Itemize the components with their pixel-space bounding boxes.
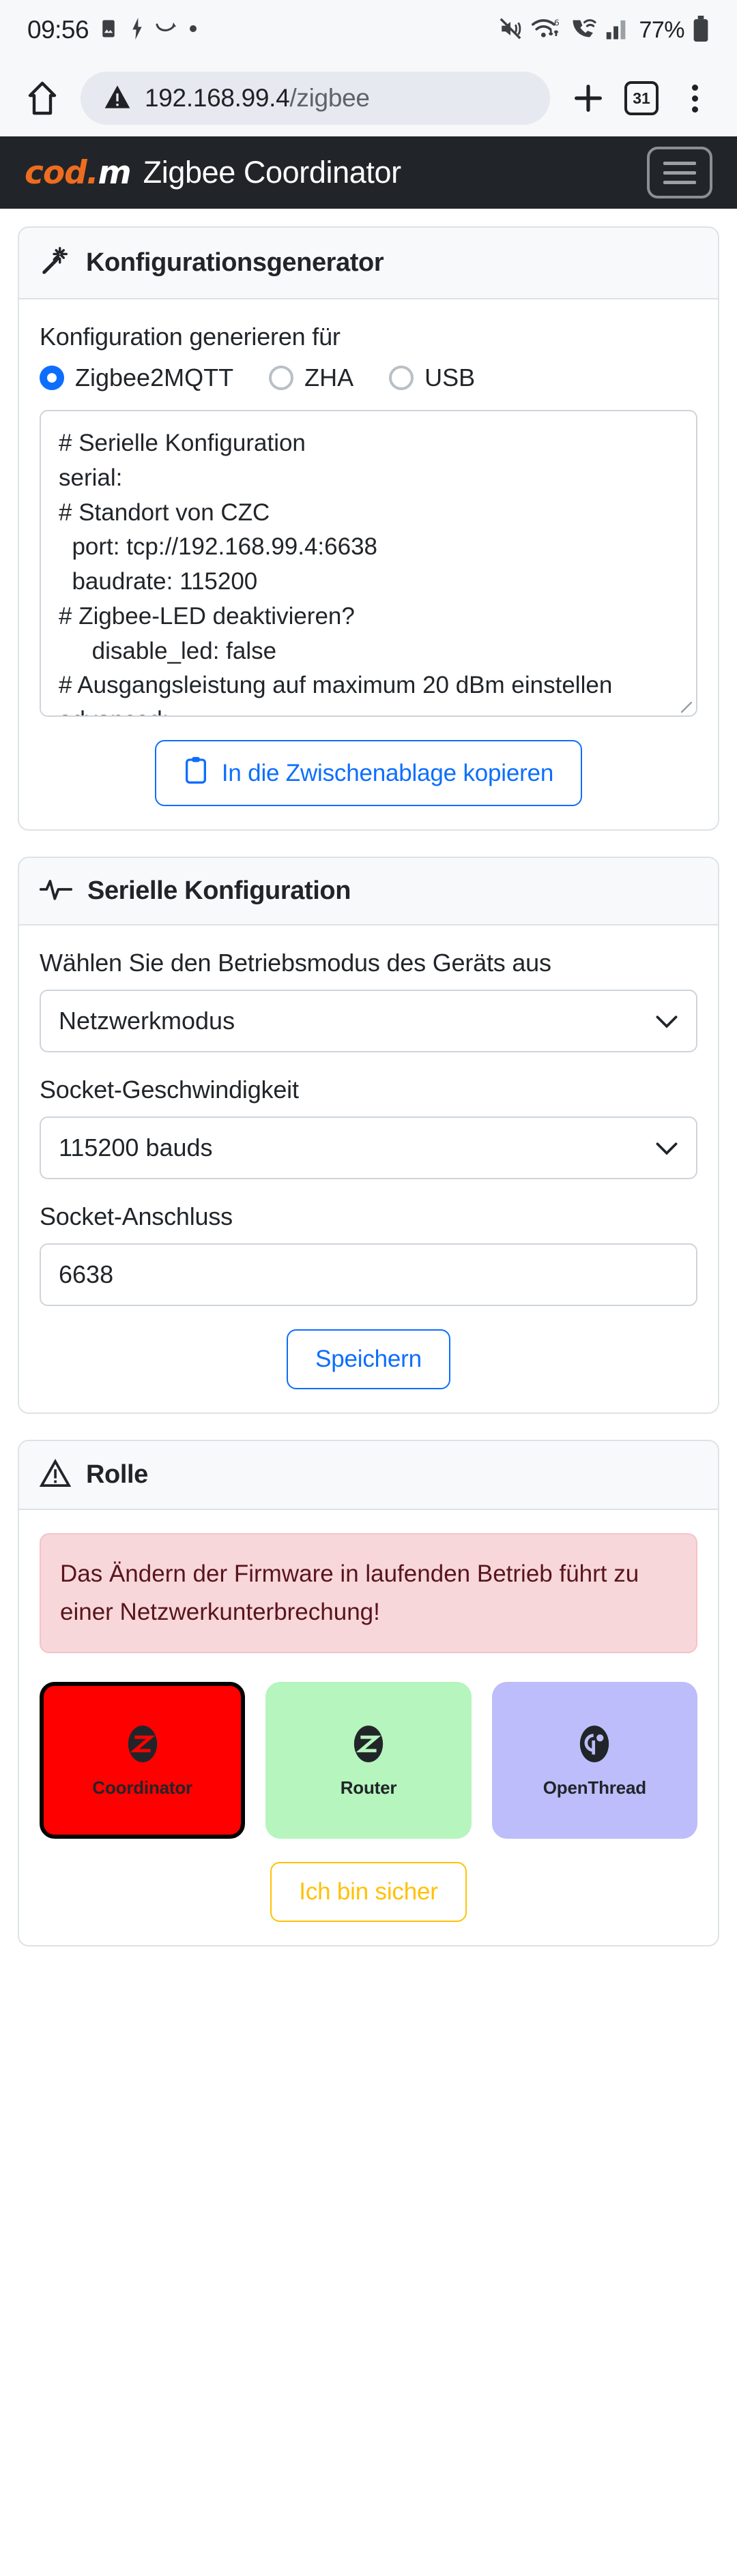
card-body: Konfiguration generieren für Zigbee2MQTT… — [19, 299, 718, 829]
clipboard-icon — [184, 756, 208, 790]
url-path: /zigbee — [289, 84, 370, 112]
firmware-warning-alert: Das Ändern der Firmware in laufenden Bet… — [40, 1533, 697, 1653]
url-host: 192.168.99.4 — [145, 84, 290, 112]
card-rolle: Rolle Das Ändern der Firmware in laufend… — [18, 1440, 719, 1946]
dot-icon — [188, 24, 198, 37]
role-label: Coordinator — [92, 1777, 192, 1798]
card-header: Serielle Konfiguration — [19, 858, 718, 926]
brand-logo-codm: cod. — [25, 153, 99, 192]
copy-button-label: In die Zwischenablage kopieren — [221, 759, 554, 786]
role-tile-openthread[interactable]: OpenThread — [491, 1682, 697, 1839]
status-bar-right: 6 77% — [497, 15, 710, 45]
radio-label: ZHA — [304, 364, 354, 391]
generated-config-textarea[interactable]: # Serielle Konfiguration serial: # Stand… — [40, 410, 697, 717]
wifi-calling-icon — [569, 17, 598, 44]
confirm-button-label: Ich bin sicher — [299, 1878, 438, 1905]
radio-usb[interactable]: USB — [389, 364, 475, 392]
card-title: Konfigurationsgenerator — [86, 248, 384, 277]
brand-logo-m: m — [98, 153, 132, 192]
signal-bars-icon — [605, 18, 631, 43]
zigbee-logo-icon — [347, 1723, 390, 1765]
target-radio-group: Zigbee2MQTT ZHA USB — [40, 364, 697, 392]
brand[interactable]: cod.m Zigbee Coordinator — [25, 154, 401, 192]
status-bar-clock: 09:56 — [27, 16, 89, 44]
android-status-bar: 09:56 6 77% — [0, 0, 737, 60]
page-title: Zigbee Coordinator — [143, 155, 401, 190]
operating-mode-value: Netzwerkmodus — [59, 1007, 235, 1035]
role-label: Router — [340, 1777, 397, 1798]
radio-indicator[interactable] — [40, 366, 64, 390]
speed-label: Socket-Geschwindigkeit — [40, 1076, 299, 1104]
card-title: Rolle — [86, 1460, 148, 1489]
address-bar-url: 192.168.99.4/zigbee — [145, 84, 370, 113]
radio-indicator[interactable] — [389, 366, 414, 390]
config-textarea-wrapper: # Serielle Konfiguration serial: # Stand… — [40, 410, 697, 717]
card-body: Das Ändern der Firmware in laufenden Bet… — [19, 1510, 718, 1945]
socket-port-value: 6638 — [59, 1260, 114, 1288]
radio-zha[interactable]: ZHA — [269, 364, 353, 392]
three-dots-menu-icon[interactable] — [670, 74, 719, 123]
confirm-button-row: Ich bin sicher — [40, 1862, 697, 1922]
card-serielle-konfiguration: Serielle Konfiguration Wählen Sie den Be… — [18, 857, 719, 1414]
tab-count-label: 31 — [624, 81, 659, 115]
role-label: OpenThread — [543, 1777, 646, 1798]
card-header: Konfigurationsgenerator — [19, 228, 718, 299]
photo-icon — [98, 18, 119, 42]
curve-icon — [156, 20, 179, 40]
battery-percent-label: 77% — [639, 16, 684, 43]
copy-button-row: In die Zwischenablage kopieren — [40, 740, 697, 806]
card-header: Rolle — [19, 1441, 718, 1510]
socket-speed-value: 115200 bauds — [59, 1134, 213, 1161]
home-icon[interactable] — [18, 74, 67, 123]
card-konfigurationsgenerator: Konfigurationsgenerator Konfiguration ge… — [18, 226, 719, 831]
save-button-label: Speichern — [315, 1346, 422, 1372]
not-secure-warning-icon — [104, 83, 131, 114]
magic-wand-icon — [40, 246, 71, 280]
socket-port-input[interactable]: 6638 — [40, 1243, 697, 1306]
role-tile-group: Coordinator Router OpenThread — [40, 1682, 697, 1839]
tab-counter-button[interactable]: 31 — [617, 74, 666, 123]
battery-icon — [692, 15, 710, 45]
svg-text:6: 6 — [554, 18, 560, 27]
mode-label: Wählen Sie den Betriebsmodus des Geräts … — [40, 949, 551, 977]
socket-speed-select[interactable]: 115200 bauds — [40, 1116, 697, 1179]
charging-bolt-icon — [128, 17, 146, 43]
hamburger-menu-icon[interactable] — [647, 147, 712, 198]
status-bar-left: 09:56 — [27, 16, 497, 44]
role-tile-coordinator[interactable]: Coordinator — [40, 1682, 246, 1839]
radio-label: USB — [424, 364, 476, 391]
wifi6-icon: 6 — [532, 17, 562, 44]
save-button[interactable]: Speichern — [287, 1329, 450, 1389]
page-content: Konfigurationsgenerator Konfiguration ge… — [0, 209, 737, 1946]
generator-legend: Konfiguration generieren für — [40, 323, 341, 351]
warning-triangle-icon — [39, 1458, 72, 1491]
confirm-button[interactable]: Ich bin sicher — [270, 1862, 467, 1922]
textarea-resize-handle[interactable] — [681, 702, 692, 713]
card-body: Wählen Sie den Betriebsmodus des Geräts … — [19, 926, 718, 1412]
save-button-row: Speichern — [40, 1329, 697, 1389]
chevron-down-icon — [655, 1134, 678, 1162]
activity-pulse-icon — [39, 876, 73, 906]
zigbee-logo-icon — [121, 1723, 164, 1765]
address-bar[interactable]: 192.168.99.4/zigbee — [81, 72, 550, 125]
copy-to-clipboard-button[interactable]: In die Zwischenablage kopieren — [154, 740, 583, 806]
operating-mode-select[interactable]: Netzwerkmodus — [40, 990, 697, 1052]
chevron-down-icon — [655, 1007, 678, 1035]
openthread-logo-icon — [573, 1723, 616, 1765]
role-tile-router[interactable]: Router — [265, 1682, 472, 1839]
port-label: Socket-Anschluss — [40, 1202, 233, 1230]
app-navbar: cod.m Zigbee Coordinator — [0, 136, 737, 209]
mute-icon — [497, 17, 524, 44]
browser-toolbar: 192.168.99.4/zigbee 31 — [0, 60, 737, 136]
plus-icon[interactable] — [564, 74, 613, 123]
radio-label: Zigbee2MQTT — [75, 364, 234, 391]
radio-zigbee2mqtt[interactable]: Zigbee2MQTT — [40, 364, 233, 392]
radio-indicator[interactable] — [269, 366, 294, 390]
card-title: Serielle Konfiguration — [87, 876, 351, 905]
